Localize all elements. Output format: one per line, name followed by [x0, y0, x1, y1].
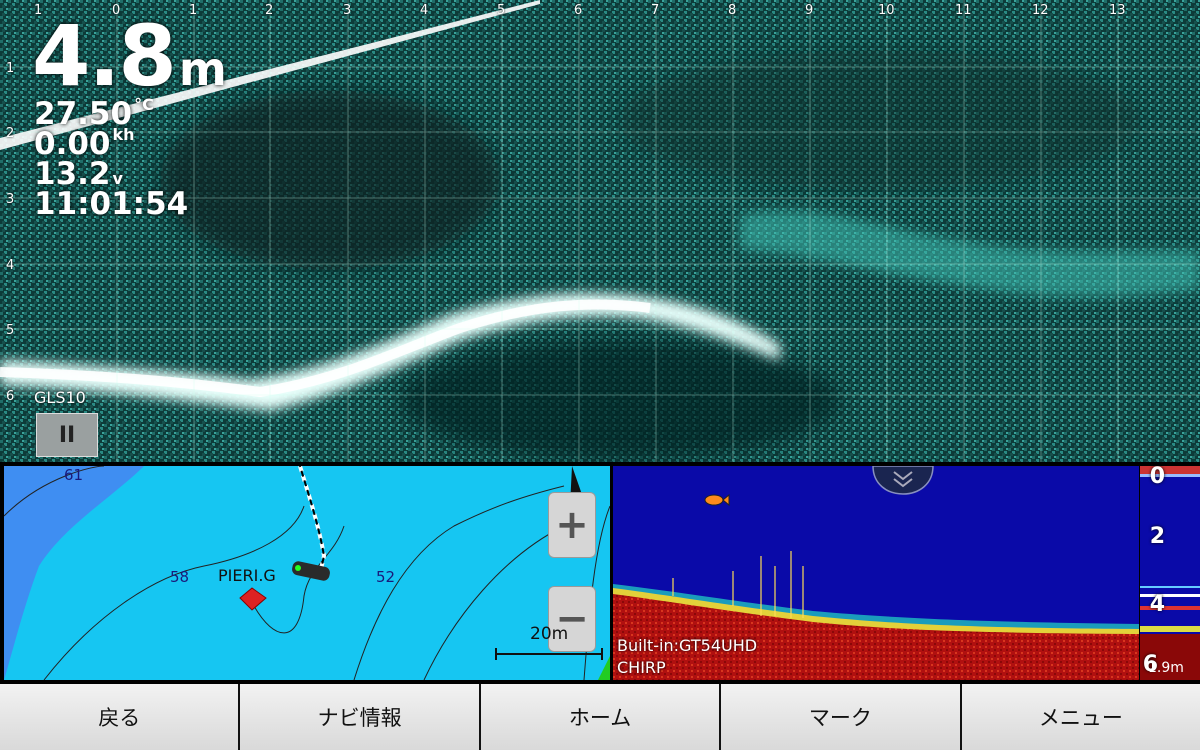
collapse-chevron-icon[interactable] [872, 466, 934, 495]
boat-icon [292, 561, 330, 581]
speed-unit: kh [112, 125, 135, 144]
y-axis-tick: 3 [6, 192, 15, 207]
x-axis-tick: 9 [805, 3, 814, 18]
transducer-label: Built-in:GT54UHD [617, 636, 758, 655]
temperature-unit: °C [134, 95, 154, 114]
chart-map [4, 466, 610, 680]
y-axis-tick: 2 [6, 126, 15, 141]
sonar-source-label: GLS10 [34, 388, 86, 407]
zoom-in-button[interactable]: + [548, 492, 596, 558]
depth-unit: m [178, 42, 227, 96]
mode-label: CHIRP [617, 658, 666, 677]
home-button[interactable]: ホーム [480, 684, 720, 750]
y-axis-tick: 4 [6, 258, 15, 273]
x-axis-tick: 13 [1109, 3, 1126, 18]
x-axis-tick: 3 [343, 3, 352, 18]
y-axis-tick: 5 [6, 323, 15, 338]
depth-scale-strip: 0 2 4 6 1.9m [1140, 466, 1200, 680]
waypoint-label[interactable]: PIERI.G [218, 566, 276, 585]
clock-readout: 11:01:54 [34, 186, 189, 222]
softkey-bar: 戻る ナビ情報 ホーム マーク メニュー [0, 684, 1200, 750]
depth-value: 4.8 [32, 7, 177, 105]
y-axis-tick: 6 [6, 389, 15, 404]
x-axis-tick: 12 [1032, 3, 1049, 18]
map-scale-label: 20m [530, 624, 569, 644]
depth-scale-value: 0 [1149, 466, 1165, 489]
chart-map-panel[interactable]: 61 58 52 PIERI.G + − 20m [4, 466, 610, 680]
x-axis-tick: 7 [651, 3, 660, 18]
back-button[interactable]: 戻る [0, 684, 239, 750]
range-label: 1.9m [1148, 660, 1184, 676]
x-axis-tick: 10 [878, 3, 895, 18]
depth-scale-value: 4 [1149, 592, 1165, 617]
fishfinder-panel[interactable]: Built-in:GT54UHD CHIRP [613, 466, 1139, 680]
nav-info-button[interactable]: ナビ情報 [240, 684, 479, 750]
x-axis-tick: 4 [420, 3, 429, 18]
depth-contour-label: 58 [170, 568, 190, 586]
sidescan-sonar-panel[interactable]: 1 0 1 2 3 4 5 6 7 8 9 10 11 12 13 1 2 3 … [0, 0, 1200, 462]
pause-button[interactable]: II [36, 413, 98, 457]
x-axis-tick: 6 [574, 3, 583, 18]
x-axis-tick: 2 [265, 3, 274, 18]
depth-contour-label: 61 [64, 466, 84, 484]
depth-contour-label: 52 [376, 568, 396, 586]
x-axis-tick: 5 [497, 3, 506, 18]
depth-scale-value: 2 [1149, 524, 1165, 549]
depth-scale-bar [1140, 466, 1200, 680]
menu-button[interactable]: メニュー [961, 684, 1200, 750]
fish-icon [704, 493, 730, 507]
x-axis-tick: 11 [955, 3, 972, 18]
voltage-unit: v [112, 169, 123, 188]
y-axis-tick: 1 [6, 61, 15, 76]
mark-button[interactable]: マーク [721, 684, 960, 750]
x-axis-tick: 8 [728, 3, 737, 18]
